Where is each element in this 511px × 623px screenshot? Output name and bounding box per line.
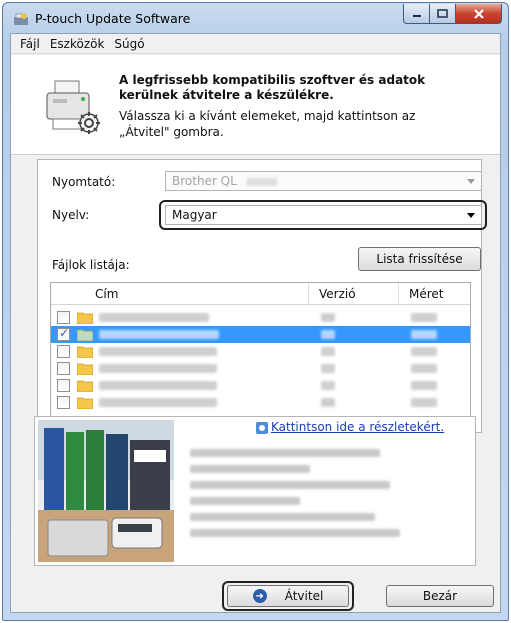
cell-title-redacted bbox=[99, 330, 219, 339]
cell-title-redacted bbox=[99, 347, 217, 356]
folder-icon bbox=[77, 346, 93, 358]
chevron-down-icon bbox=[467, 213, 475, 218]
header-title-line2: kerülnek átvitelre a készülékre. bbox=[119, 88, 334, 102]
arrow-right-icon: ➜ bbox=[252, 589, 267, 603]
printer-settings-icon bbox=[46, 80, 100, 134]
table-row[interactable] bbox=[51, 360, 470, 377]
menu-help[interactable]: Súgó bbox=[109, 37, 149, 51]
help-link-icon bbox=[256, 422, 268, 434]
title-bar[interactable]: P-touch Update Software bbox=[3, 3, 508, 33]
menu-file[interactable]: Fájl bbox=[15, 37, 45, 51]
cell-version-redacted bbox=[321, 398, 335, 407]
refresh-list-button[interactable]: Lista frissítése bbox=[358, 247, 481, 271]
checkmark-icon: ✓ bbox=[59, 326, 70, 340]
printer-model-redacted bbox=[246, 177, 277, 186]
column-size[interactable]: Méret bbox=[409, 287, 444, 301]
folder-icon bbox=[77, 380, 93, 392]
printer-label: Nyomtató: bbox=[52, 175, 116, 189]
maximize-icon bbox=[437, 8, 448, 18]
column-title[interactable]: Cím bbox=[95, 287, 118, 301]
language-label: Nyelv: bbox=[52, 208, 90, 222]
cell-size-redacted bbox=[411, 313, 437, 322]
row-checkbox[interactable] bbox=[57, 396, 70, 409]
menu-bar: Fájl Eszközök Súgó bbox=[11, 34, 500, 54]
column-separator bbox=[308, 283, 309, 305]
table-row[interactable] bbox=[51, 309, 470, 326]
chevron-down-icon bbox=[467, 179, 475, 184]
row-checkbox[interactable] bbox=[57, 362, 70, 375]
header-area: A legfrissebb kompatibilis szoftver és a… bbox=[11, 55, 500, 155]
file-list[interactable]: Cím Verzió Méret ✓ bbox=[50, 282, 471, 417]
language-select[interactable]: Magyar bbox=[165, 205, 482, 225]
app-icon bbox=[14, 13, 28, 25]
cell-title-redacted bbox=[99, 381, 217, 390]
window-controls bbox=[403, 4, 502, 24]
header-instructions: Válassza ki a kívánt elemeket, majd katt… bbox=[119, 108, 439, 140]
row-checkbox[interactable] bbox=[57, 311, 70, 324]
file-list-label: Fájlok listája: bbox=[52, 258, 130, 272]
folder-icon bbox=[77, 329, 93, 341]
table-row[interactable] bbox=[51, 343, 470, 360]
settings-panel: Nyomtató: Brother QL Nyelv: Magyar Fájlo… bbox=[37, 159, 487, 433]
close-icon bbox=[473, 8, 484, 19]
cell-size-redacted bbox=[411, 347, 437, 356]
maximize-button[interactable] bbox=[430, 4, 456, 24]
cell-size-redacted bbox=[411, 381, 437, 390]
header-title-line1: A legfrissebb kompatibilis szoftver és a… bbox=[119, 73, 426, 87]
minimize-icon bbox=[412, 14, 421, 17]
table-row[interactable] bbox=[51, 394, 470, 411]
cell-size-redacted bbox=[411, 398, 437, 407]
close-button[interactable]: Bezár bbox=[386, 585, 494, 607]
cell-size-redacted bbox=[411, 364, 437, 373]
transfer-button[interactable]: ➜ Átvitel bbox=[227, 585, 349, 607]
cell-version-redacted bbox=[321, 313, 335, 322]
cell-version-redacted bbox=[321, 347, 335, 356]
cell-version-redacted bbox=[321, 364, 335, 373]
folder-icon bbox=[77, 397, 93, 409]
cell-title-redacted bbox=[99, 364, 217, 373]
header-title: A legfrissebb kompatibilis szoftver és a… bbox=[119, 73, 439, 103]
menu-tools[interactable]: Eszközök bbox=[45, 37, 110, 51]
cell-size-redacted bbox=[411, 330, 437, 339]
minimize-button[interactable] bbox=[403, 4, 430, 24]
close-window-button[interactable] bbox=[456, 4, 502, 24]
row-checkbox[interactable] bbox=[57, 345, 70, 358]
cell-title-redacted bbox=[99, 398, 217, 407]
cell-version-redacted bbox=[321, 330, 335, 339]
language-value: Magyar bbox=[172, 208, 217, 222]
folder-icon bbox=[77, 312, 93, 324]
row-checkbox[interactable]: ✓ bbox=[57, 326, 70, 341]
header-instructions-line1: Válassza ki a kívánt elemeket, majd katt… bbox=[119, 109, 416, 123]
table-row[interactable] bbox=[51, 377, 470, 394]
list-header: Cím Verzió Méret bbox=[51, 283, 470, 305]
product-photo bbox=[38, 420, 174, 562]
cell-version-redacted bbox=[321, 381, 335, 390]
window-title: P-touch Update Software bbox=[35, 11, 191, 26]
details-link[interactable]: Kattintson ide a részletekért. bbox=[271, 420, 444, 434]
folder-icon bbox=[77, 363, 93, 375]
cell-title-redacted bbox=[99, 313, 209, 322]
table-row[interactable]: ✓ bbox=[51, 326, 470, 343]
header-instructions-line2: „Átvitel" gombra. bbox=[119, 125, 224, 139]
printer-select: Brother QL bbox=[165, 171, 482, 191]
details-panel: Kattintson ide a részletekért. bbox=[34, 416, 476, 566]
column-version[interactable]: Verzió bbox=[319, 287, 356, 301]
transfer-label: Átvitel bbox=[284, 589, 324, 603]
column-separator bbox=[398, 283, 399, 305]
row-checkbox[interactable] bbox=[57, 379, 70, 392]
printer-value: Brother QL bbox=[172, 174, 237, 188]
